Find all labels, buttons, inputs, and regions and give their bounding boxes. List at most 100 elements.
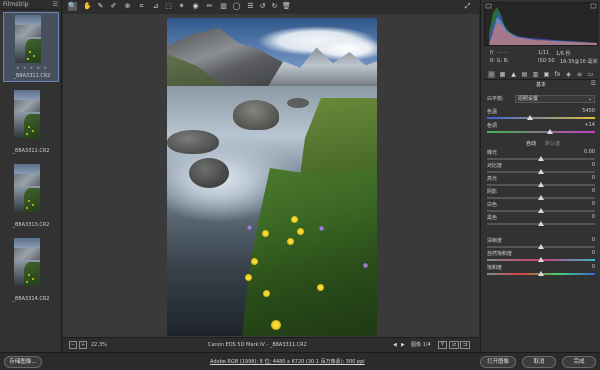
targeted-adjustment-tool-icon[interactable]: ⊕ (123, 2, 132, 11)
hamburger-icon[interactable]: ☰ (53, 0, 58, 10)
blacks-slider-thumb[interactable] (538, 221, 544, 226)
tint-label: 色调 (487, 123, 498, 129)
preview-canvas[interactable] (63, 14, 479, 337)
filmstrip-item[interactable]: _B8A3312.CR2 (3, 88, 59, 158)
fullscreen-icon[interactable]: ⤢ (463, 2, 472, 11)
vibrance-value[interactable]: 0 (592, 250, 595, 256)
hand-tool-icon[interactable]: ✋ (83, 2, 92, 11)
saturation-value[interactable]: 0 (592, 264, 595, 270)
rotate-left-icon[interactable]: ↺ (258, 2, 267, 11)
zoom-level[interactable]: 22.3% (91, 341, 107, 349)
white-balance-select[interactable]: 原照设置 ⌄ (515, 95, 595, 103)
aperture-label: f/ (490, 50, 494, 56)
filmstrip-item[interactable]: _B8A3313.CR2 (3, 162, 59, 232)
adjustments-panel: f/ - - - R: G: B: 1/11 1/6 秒 ISO 50 16-3… (480, 0, 600, 352)
whites-slider-thumb[interactable] (538, 208, 544, 213)
graduated-filter-icon[interactable]: ▥ (219, 2, 228, 11)
rating-stars[interactable]: ★ ★ ★ ★ ★ (4, 65, 60, 70)
filmstrip-item[interactable]: _B8A3314.CR2 (3, 236, 59, 306)
contrast-value[interactable]: 0 (592, 162, 595, 168)
highlight-clipping-indicator[interactable] (590, 3, 597, 9)
preferences-icon[interactable]: ☰ (246, 2, 255, 11)
basic-tab-icon[interactable]: ◎ (488, 71, 495, 78)
copy-settings-button[interactable]: ⇉ (460, 341, 471, 349)
crop-tool-icon[interactable]: ⌗ (137, 2, 146, 11)
whites-value[interactable]: 0 (592, 201, 595, 207)
radial-filter-icon[interactable]: ◯ (232, 2, 241, 11)
split-toning-tab-icon[interactable]: ▥ (532, 71, 539, 78)
effects-tab-icon[interactable]: fx (554, 71, 561, 78)
lens-value: 16-35@16 毫米 (560, 59, 598, 65)
temperature-slider-track[interactable] (487, 117, 595, 119)
adjustment-brush-icon[interactable]: ✏ (205, 2, 214, 11)
tint-value[interactable]: +14 (584, 122, 595, 128)
workflow-options-link[interactable]: Adobe RGB (1998); 8 位; 4480 x 6720 (30.1… (210, 358, 365, 365)
next-image-button[interactable]: ▶ (401, 341, 405, 349)
transform-tool-icon[interactable]: ⬚ (164, 2, 173, 11)
trash-icon[interactable]: 🗑 (282, 2, 291, 11)
filmstrip-header: Filmstrip ☰ (0, 0, 61, 10)
presets-tab-icon[interactable]: ≡ (576, 71, 583, 78)
rotate-right-icon[interactable]: ↻ (270, 2, 279, 11)
shadow-clipping-indicator[interactable] (485, 3, 492, 9)
exposure-label: 曝光 (487, 150, 498, 156)
exposure-slider-row: 曝光 0.00 (487, 149, 597, 163)
chevron-down-icon: ⌄ (587, 96, 592, 102)
hsl-tab-icon[interactable]: ▤ (521, 71, 528, 78)
clarity-slider-thumb[interactable] (538, 244, 544, 249)
filmstrip-filename: _B8A3313.CR2 (12, 222, 50, 228)
lens-corrections-tab-icon[interactable]: ▣ (543, 71, 550, 78)
tone-curve-tab-icon[interactable]: ▦ (499, 71, 506, 78)
white-balance-tool-icon[interactable]: ✎ (96, 2, 105, 11)
filmstrip-item[interactable]: ★ ★ ★ ★ ★ _B8A3311.CR2 (3, 12, 59, 82)
vibrance-slider-row: 自然饱和度 0 (487, 250, 597, 264)
shadows-slider-row: 阴影 0 (487, 188, 597, 202)
whites-label: 白色 (487, 202, 498, 208)
panel-menu-icon[interactable]: ☰ (591, 80, 596, 87)
spot-removal-tool-icon[interactable]: ✶ (177, 2, 186, 11)
zoom-in-button[interactable]: + (79, 341, 87, 349)
exif-info: f/ - - - R: G: B: 1/11 1/6 秒 ISO 50 16-3… (484, 48, 598, 68)
cancel-button[interactable]: 取消 (522, 356, 556, 368)
shadows-value[interactable]: 0 (592, 188, 595, 194)
red-eye-tool-icon[interactable]: ◉ (191, 2, 200, 11)
color-sampler-tool-icon[interactable]: ✐ (109, 2, 118, 11)
snapshots-tab-icon[interactable]: ▭ (587, 71, 594, 78)
clarity-value[interactable]: 0 (592, 237, 595, 243)
blacks-value[interactable]: 0 (592, 214, 595, 220)
done-button[interactable]: 完成 (562, 356, 596, 368)
highlights-label: 高光 (487, 176, 498, 182)
exposure-value[interactable]: 0.00 (584, 149, 595, 155)
default-button[interactable]: 默认值 (545, 140, 560, 147)
temperature-slider-thumb[interactable] (527, 115, 534, 120)
contrast-label: 对比度 (487, 163, 503, 169)
shadows-slider-thumb[interactable] (538, 195, 544, 200)
zoom-tool-icon[interactable]: 🔍 (68, 2, 77, 11)
vibrance-slider-thumb[interactable] (538, 257, 544, 262)
contrast-slider-thumb[interactable] (538, 169, 544, 174)
save-image-button[interactable]: 存储图像... (4, 356, 42, 368)
zoom-out-button[interactable]: − (69, 341, 77, 349)
swap-settings-button[interactable]: ⇄ (449, 341, 460, 349)
blacks-slider-row: 黑色 0 (487, 214, 597, 228)
temperature-label: 色温 (487, 109, 498, 115)
straighten-tool-icon[interactable]: ⊿ (151, 2, 160, 11)
clarity-slider-row: 清晰度 0 (487, 237, 597, 251)
tint-slider-track[interactable] (487, 131, 595, 133)
detail-tab-icon[interactable]: ▲ (510, 71, 517, 78)
before-after-toggle[interactable]: Y (438, 341, 448, 349)
vibrance-label: 自然饱和度 (487, 251, 513, 257)
previous-image-button[interactable]: ◀ (393, 341, 397, 349)
exposure-slider-thumb[interactable] (538, 156, 544, 161)
saturation-slider-thumb[interactable] (538, 271, 544, 276)
camera-calibration-tab-icon[interactable]: ◈ (565, 71, 572, 78)
temperature-value[interactable]: 5450 (582, 108, 595, 114)
open-image-button[interactable]: 打开图像 (480, 356, 516, 368)
highlights-value[interactable]: 0 (592, 175, 595, 181)
whites-slider-row: 白色 0 (487, 201, 597, 215)
highlights-slider-thumb[interactable] (538, 182, 544, 187)
histogram-graph (485, 3, 597, 45)
filmstrip-thumbnail (14, 238, 40, 286)
auto-button[interactable]: 自动 (526, 140, 536, 147)
tint-slider-thumb[interactable] (546, 129, 553, 134)
